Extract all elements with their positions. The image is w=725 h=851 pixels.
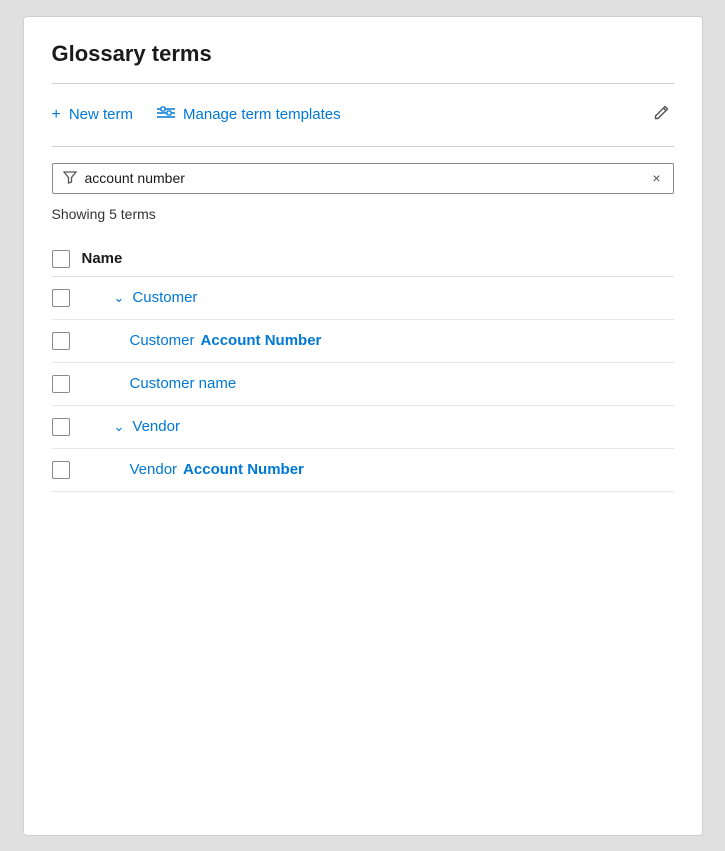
new-term-label: New term [69, 106, 133, 123]
term-label-bold[interactable]: Account Number [183, 461, 304, 478]
toolbar: + New term Manage term templates [52, 100, 674, 130]
category-label[interactable]: Customer [132, 289, 197, 306]
table-row: Customer name [52, 363, 674, 406]
row-content: Vendor Account Number [130, 461, 674, 478]
filter-icon [63, 170, 77, 187]
row-checkbox[interactable] [52, 332, 70, 350]
row-content: ⌄ Vendor [114, 418, 674, 435]
top-divider [52, 83, 674, 84]
toolbar-divider [52, 146, 674, 147]
chevron-down-icon: ⌄ [114, 419, 125, 435]
table-row: ⌄ Customer [52, 277, 674, 320]
row-content: ⌄ Customer [114, 289, 674, 306]
chevron-down-icon: ⌄ [114, 290, 125, 306]
manage-templates-button[interactable]: Manage term templates [157, 102, 341, 128]
row-content: Customer Account Number [130, 332, 674, 349]
plus-icon: + [52, 106, 61, 124]
search-clear-button[interactable]: × [650, 170, 662, 186]
page-title: Glossary terms [52, 41, 674, 67]
terms-table: Name ⌄ Customer Customer Account Number … [52, 242, 674, 492]
edit-button[interactable] [649, 100, 674, 130]
term-label-plain[interactable]: Customer [130, 332, 195, 349]
table-row: ⌄ Vendor [52, 406, 674, 449]
row-checkbox[interactable] [52, 461, 70, 479]
header-checkbox[interactable] [52, 250, 70, 268]
term-label-bold[interactable]: Account Number [201, 332, 322, 349]
table-header: Name [52, 242, 674, 277]
glossary-panel: Glossary terms + New term Manage term te… [23, 16, 703, 836]
row-checkbox[interactable] [52, 375, 70, 393]
table-row: Vendor Account Number [52, 449, 674, 492]
row-checkbox[interactable] [52, 418, 70, 436]
search-container: × [52, 163, 674, 194]
term-label[interactable]: Customer name [130, 375, 237, 392]
column-name-header: Name [82, 250, 123, 267]
search-input[interactable] [85, 170, 643, 186]
manage-templates-label: Manage term templates [183, 106, 341, 123]
new-term-button[interactable]: + New term [52, 102, 134, 128]
category-label[interactable]: Vendor [132, 418, 180, 435]
row-content: Customer name [130, 375, 674, 392]
table-row: Customer Account Number [52, 320, 674, 363]
row-checkbox[interactable] [52, 289, 70, 307]
showing-count: Showing 5 terms [52, 206, 674, 222]
manage-icon [157, 106, 175, 124]
term-label-plain[interactable]: Vendor [130, 461, 178, 478]
